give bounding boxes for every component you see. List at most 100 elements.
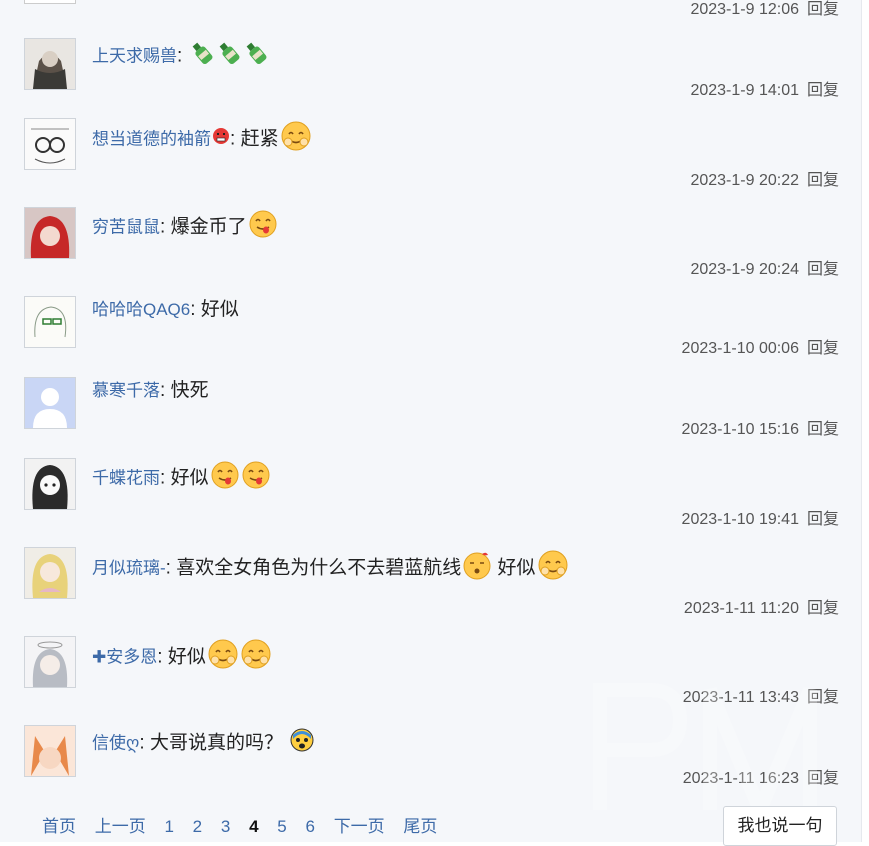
comment-text: 大哥说真的吗？ [149,732,283,754]
reply-link[interactable]: 回复 [807,600,839,617]
comment-text: 好似 [170,467,209,489]
smile-cheeks-icon [207,638,239,677]
comment-time: 2023-1-9 12:06 [690,1,799,18]
comment-time: 2023-1-11 11:20 [683,600,799,617]
comment-text: 好似 [200,299,239,320]
username-link[interactable]: 千蝶花雨 [92,469,160,488]
comment-content: 穷苦鼠鼠: 爆金币了 [92,209,278,246]
comment-time: 2023-1-9 20:22 [690,172,799,189]
avatar[interactable] [24,207,76,259]
separator: : [160,380,166,401]
reply-link[interactable]: 回复 [807,511,839,528]
comment-time: 2023-1-9 20:24 [690,261,799,278]
comment-time: 2023-1-9 14:01 [690,82,799,99]
comment-content: 千蝶花雨: 好似 [92,460,271,497]
username-link[interactable]: ✚安多恩 [92,648,157,667]
username-link[interactable]: 上天求赐兽 [92,47,177,66]
separator: : [177,45,183,67]
comment-content: ✚安多恩: 好似 [92,638,272,677]
avatar[interactable] [24,38,76,90]
pagination-prev[interactable]: 上一页 [95,817,146,836]
comment-meta: 2023-1-9 20:24 回复 [690,255,839,279]
bottle-icon [189,40,215,73]
comment-text: 好似 [167,646,206,668]
scared-face-icon [289,727,315,760]
comment-time: 2023-1-10 00:06 [681,340,799,357]
say-something-button[interactable]: 我也说一句 [723,806,837,846]
reply-link[interactable]: 回复 [807,172,839,189]
comment-time: 2023-1-10 15:16 [681,421,799,438]
separator: : [230,128,236,150]
avatar[interactable] [24,725,76,777]
pagination-page-current: 4 [249,817,259,836]
angry-face-icon [212,127,230,152]
username-link[interactable]: 月似琉璃- [92,559,166,578]
comment-meta: 2023-1-11 16:23 回复 [683,764,839,788]
separator: : [139,732,145,754]
reply-link[interactable]: 回复 [807,770,839,787]
smile-cheeks-icon [240,638,272,677]
avatar[interactable] [24,636,76,688]
comment-meta: 2023-1-9 14:01 回复 [690,76,839,100]
comment-meta: 2023-1-10 15:16 回复 [682,415,839,439]
comment-content: 哈哈哈QAQ6: 好似 [92,298,239,322]
avatar[interactable] [24,547,76,599]
tongue-face-icon [210,460,240,497]
avatar[interactable] [24,296,76,348]
comment-text: 快死 [170,380,209,401]
separator: : [160,467,166,489]
username-link[interactable]: 穷苦鼠鼠 [92,218,160,237]
separator: : [157,646,163,668]
reply-link[interactable]: 回复 [807,1,839,18]
reply-link[interactable]: 回复 [807,261,839,278]
comment-time: 2023-1-10 19:41 [681,511,799,528]
reply-link[interactable]: 回复 [807,340,839,357]
username-link[interactable]: 慕寒千落 [92,381,160,400]
username-text: 安多恩 [106,647,158,667]
comment-content: 想当道德的袖箭: 赶紧 [92,120,312,159]
comment-content: 慕寒千落: 快死 [92,379,209,403]
cross-icon: ✚ [92,647,107,667]
separator: : [165,557,171,579]
avatar[interactable] [24,118,76,170]
comment-text: 赶紧 [240,128,279,150]
reply-link[interactable]: 回复 [807,689,839,706]
pagination-page-2[interactable]: 2 [193,817,202,836]
pagination-first[interactable]: 首页 [42,817,76,836]
comment-content: 上天求赐兽: [92,40,269,73]
bottle-icon [243,40,269,73]
avatar[interactable] [24,377,76,429]
pagination-last[interactable]: 尾页 [403,817,437,836]
tongue-face-icon [248,209,278,246]
pagination-page-3[interactable]: 3 [221,817,230,836]
comment-meta: 2023-1-10 00:06 回复 [682,334,839,358]
pagination-page-1[interactable]: 1 [164,817,173,836]
comment-meta: 2023-1-10 19:41 回复 [682,505,839,529]
comment-text: 好似 [497,557,536,579]
comment-content: 月似琉璃-: 喜欢全女角色为什么不去碧蓝航线 好似 [92,549,569,588]
comment-meta: 2023-1-9 20:22 回复 [690,166,839,190]
username-link[interactable]: 信使ღ [92,734,139,753]
smile-cheeks-icon [537,549,569,588]
pagination-page-5[interactable]: 5 [277,817,286,836]
separator: : [160,216,166,238]
comment-meta: 2023-1-9 12:06 回复 [690,0,839,19]
reply-link[interactable]: 回复 [807,421,839,438]
comment-meta: 2023-1-11 13:43 回复 [683,683,839,707]
separator: : [190,299,196,320]
comment-text: 爆金币了 [170,216,247,238]
reply-link[interactable]: 回复 [807,82,839,99]
comment-panel: 2023-1-9 12:06 回复 上天求赐兽: 2023-1-9 14:01 回复… [0,0,862,846]
avatar[interactable] [24,458,76,510]
dizzy-face-icon [462,550,492,587]
username-link[interactable]: 哈哈哈QAQ6 [92,300,190,319]
bottle-icon [216,40,242,73]
tongue-face-icon [241,460,271,497]
pagination-next[interactable]: 下一页 [334,817,385,836]
comment-content: 信使ღ: 大哥说真的吗？ [92,727,315,760]
comment-time: 2023-1-11 16:23 [682,770,799,787]
pagination: 首页 上一页 1 2 3 4 5 6 下一页 尾页 [42,812,451,837]
pagination-page-6[interactable]: 6 [305,817,314,836]
username-link[interactable]: 想当道德的袖箭 [92,130,211,149]
comment-time: 2023-1-11 13:43 [682,689,799,706]
